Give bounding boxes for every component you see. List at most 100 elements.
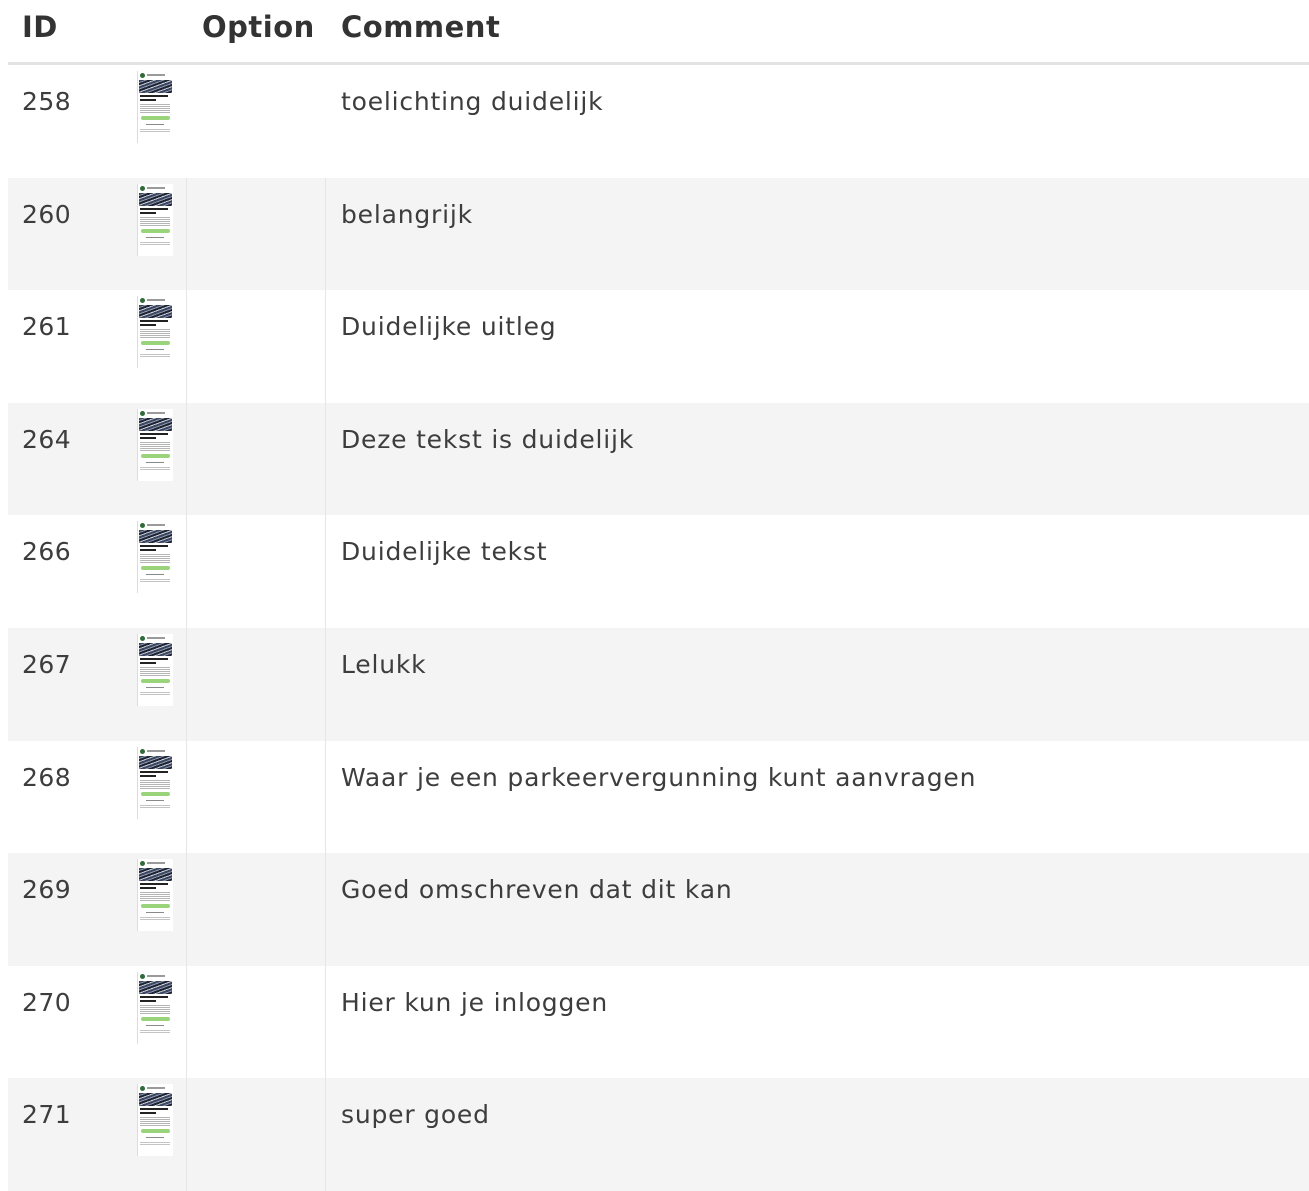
cell-comment: Duidelijke tekst <box>341 537 548 567</box>
thumbnail-photo <box>139 80 172 93</box>
thumbnail-brand <box>147 411 165 414</box>
screenshot-thumbnail[interactable] <box>137 183 173 256</box>
cell-id: 258 <box>22 87 72 116</box>
column-divider <box>325 627 326 741</box>
thumbnail-foot <box>140 579 170 583</box>
screenshot-thumbnail[interactable] <box>137 633 173 706</box>
thumbnail-btn <box>141 453 170 458</box>
cell-id: 261 <box>22 312 72 342</box>
thumbnail-logo <box>140 861 145 867</box>
column-header-option[interactable]: Option <box>202 10 315 44</box>
thumbnail-link <box>146 236 164 238</box>
screenshot-thumbnail[interactable] <box>137 408 173 481</box>
cell-id: 269 <box>22 875 72 905</box>
thumbnail-title1 <box>140 770 168 773</box>
screenshot-thumbnail[interactable] <box>137 859 173 932</box>
column-divider <box>186 515 187 628</box>
screenshot-thumbnail[interactable] <box>137 971 173 1044</box>
table-row[interactable]: 266 Duidelijke tekst <box>8 515 1309 628</box>
thumbnail-btn <box>141 678 170 683</box>
table-row[interactable]: 261 Duidelijke uitleg <box>8 290 1309 403</box>
table-row[interactable]: 267 Lelukk <box>8 627 1309 741</box>
column-header-id[interactable]: ID <box>22 10 58 44</box>
column-divider <box>325 965 326 1079</box>
screenshot-thumbnail[interactable] <box>137 521 173 594</box>
thumbnail-foot <box>140 354 170 358</box>
thumbnail-link <box>146 574 164 576</box>
cell-comment: Duidelijke uitleg <box>341 312 557 342</box>
cell-comment: Deze tekst is duidelijk <box>341 424 635 454</box>
thumbnail-link <box>146 349 164 351</box>
column-divider <box>186 1078 187 1191</box>
screenshot-thumbnail[interactable] <box>137 746 173 819</box>
thumbnail-link <box>146 686 164 688</box>
table-row[interactable]: 268 Waar je een parkeervergunning kunt aa… <box>8 740 1309 854</box>
thumbnail-foot <box>140 466 170 470</box>
thumbnail-logo <box>140 410 145 416</box>
thumbnail-link <box>146 124 164 125</box>
thumbnail-photo <box>139 1093 172 1107</box>
thumbnail-foot <box>140 129 170 132</box>
table-row[interactable]: 269 Goed omschreven dat dit kan <box>8 853 1309 966</box>
thumbnail-title1 <box>140 883 168 886</box>
column-divider <box>186 740 187 854</box>
column-divider <box>186 627 187 741</box>
cell-id: 260 <box>22 199 72 229</box>
thumbnail-title1 <box>140 432 168 435</box>
column-divider <box>325 290 326 403</box>
thumbnail-foot <box>140 691 170 695</box>
thumbnail-title1 <box>140 1108 168 1111</box>
thumbnail-link <box>146 1137 164 1139</box>
thumbnail-text <box>140 216 170 226</box>
thumbnail-btn <box>141 228 170 233</box>
thumbnail-btn <box>141 566 170 571</box>
thumbnail-title1 <box>140 95 168 97</box>
screenshot-thumbnail[interactable] <box>137 71 173 143</box>
table-row[interactable]: 271 super goed <box>8 1078 1309 1191</box>
thumbnail-brand <box>147 524 165 527</box>
column-divider <box>186 177 187 291</box>
thumbnail-btn <box>141 341 170 346</box>
thumbnail-text <box>140 1117 170 1127</box>
table-header: ID Option Comment <box>8 0 1309 65</box>
thumbnail-title2 <box>140 436 156 439</box>
thumbnail-brand <box>147 1087 165 1090</box>
thumbnail-title2 <box>140 99 156 101</box>
screenshot-thumbnail[interactable] <box>137 296 173 369</box>
column-header-comment[interactable]: Comment <box>341 10 500 44</box>
column-divider <box>325 515 326 628</box>
thumbnail-brand <box>147 862 165 865</box>
thumbnail-title2 <box>140 999 156 1002</box>
cell-comment: Lelukk <box>341 649 427 679</box>
column-divider <box>186 853 187 966</box>
cell-comment: Waar je een parkeervergunning kunt aanvr… <box>341 762 977 792</box>
thumbnail-brand <box>147 974 165 977</box>
thumbnail-link <box>146 799 164 801</box>
table-row[interactable]: 258 toelichting duidelijk <box>8 65 1309 178</box>
thumbnail-brand <box>147 74 165 76</box>
column-divider <box>325 1078 326 1191</box>
cell-comment: belangrijk <box>341 199 473 229</box>
thumbnail-foot <box>140 241 170 245</box>
thumbnail-text <box>140 554 170 564</box>
thumbnail-title2 <box>140 887 156 890</box>
thumbnail-foot <box>140 1029 170 1033</box>
screenshot-thumbnail[interactable] <box>137 1084 173 1157</box>
table-body: 258 toelichting duidelijk 260 belangrijk 261… <box>8 65 1309 1191</box>
thumbnail-brand <box>147 186 165 189</box>
thumbnail-title1 <box>140 995 168 998</box>
thumbnail-btn <box>141 116 170 120</box>
thumbnail-foot <box>140 804 170 808</box>
thumbnail-title2 <box>140 549 156 552</box>
table-row[interactable]: 264 Deze tekst is duidelijk <box>8 402 1309 516</box>
table-row[interactable]: 270 Hier kun je inloggen <box>8 965 1309 1079</box>
thumbnail-title1 <box>140 657 168 660</box>
thumbnail-title2 <box>140 324 156 327</box>
cell-id: 264 <box>22 424 72 454</box>
table-row[interactable]: 260 belangrijk <box>8 177 1309 291</box>
thumbnail-title2 <box>140 211 156 214</box>
thumbnail-photo <box>139 192 172 206</box>
thumbnail-text <box>140 441 170 451</box>
thumbnail-logo <box>140 748 145 754</box>
thumbnail-link <box>146 912 164 914</box>
